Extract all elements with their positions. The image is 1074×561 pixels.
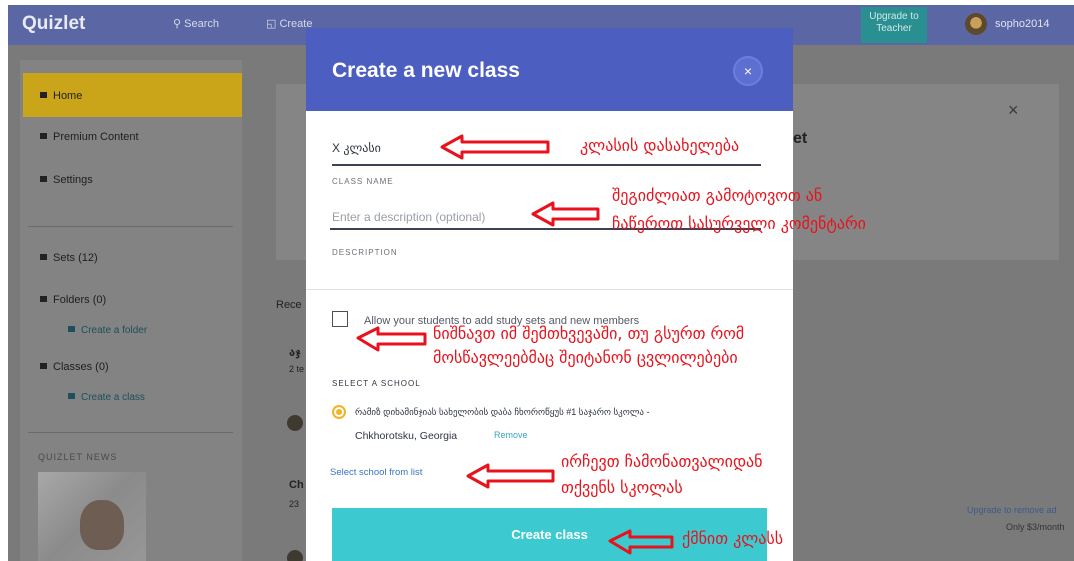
annotation-class-name: კლასის დასახელება [580, 136, 740, 155]
annotation-description-line1: შეგიძლიათ გამოტოვოთ ან [612, 186, 823, 205]
screenshot: Quizlet ⚲ Search ◱ Create Upgrade to Tea… [0, 0, 1074, 561]
annotation-checkbox-line2: მოსწავლეებმაც შეიტანონ ცვლილებები [433, 348, 738, 367]
annotation-arrow [608, 529, 674, 555]
annotation-description-line2: ჩაწეროთ სასურველი კომენტარი [612, 214, 866, 233]
annotation-arrow [356, 326, 427, 352]
annotation-checkbox-line1: ნიშნავთ იმ შემთხვევაში, თუ გსურთ რომ [433, 324, 745, 343]
annotation-school-line2: თქვენს სკოლას [561, 478, 683, 497]
annotation-arrow [440, 134, 550, 160]
annotation-arrow [466, 463, 555, 489]
annotation-create: ქმნით კლასს [682, 529, 784, 548]
annotation-arrows [356, 134, 674, 555]
annotation-arrow [531, 201, 600, 227]
annotation-school-line1: ირჩევთ ჩამონათვალიდან [561, 452, 763, 471]
